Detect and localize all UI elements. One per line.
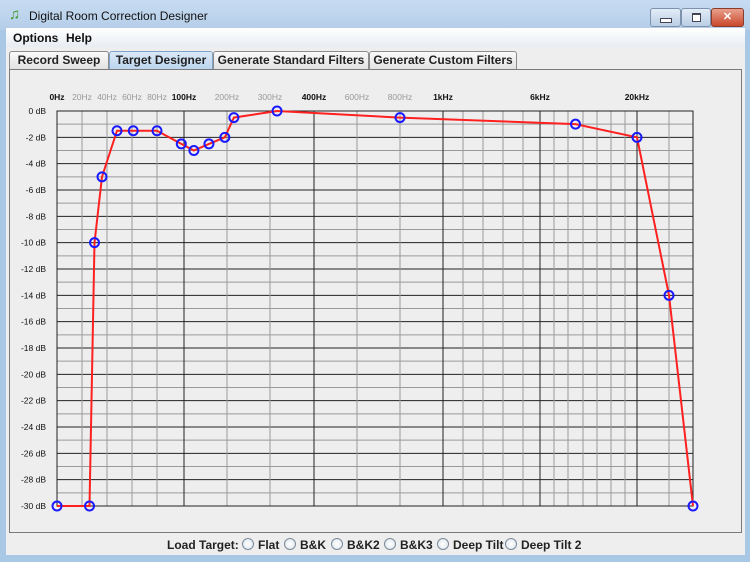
- radio-circle-icon: [242, 538, 254, 550]
- x-tick-label: 200Hz: [215, 92, 240, 102]
- radio-bk3[interactable]: B&K3: [384, 538, 433, 552]
- y-tick-label: -4 dB: [26, 159, 47, 169]
- x-tick-label: 20kHz: [625, 92, 650, 102]
- radio-deep-tilt-2[interactable]: Deep Tilt 2: [505, 538, 581, 552]
- y-tick-label: -2 dB: [26, 132, 47, 142]
- x-tick-label: 100Hz: [172, 92, 197, 102]
- y-tick-label: -26 dB: [21, 448, 46, 458]
- x-tick-label: 1kHz: [433, 92, 453, 102]
- load-target-row: Load Target: Flat B&K B&K2 B&K3 Deep Til…: [6, 533, 745, 555]
- radio-label: B&K3: [400, 538, 433, 552]
- target-curve-chart[interactable]: 0Hz 20Hz 40Hz 60Hz 80Hz 100Hz 200Hz 300Hz 400Hz 6…: [0, 0, 750, 530]
- x-tick-label: 600Hz: [345, 92, 370, 102]
- radio-bk[interactable]: B&K: [284, 538, 326, 552]
- radio-circle-icon: [437, 538, 449, 550]
- y-tick-label: 0 dB: [29, 106, 47, 116]
- radio-label: Deep Tilt 2: [521, 538, 582, 552]
- radio-flat[interactable]: Flat: [242, 538, 279, 552]
- x-tick-label: 60Hz: [122, 92, 142, 102]
- x-tick-label: 6kHz: [530, 92, 550, 102]
- y-tick-label: -12 dB: [21, 264, 46, 274]
- y-tick-label: -10 dB: [21, 238, 46, 248]
- x-tick-label: 800Hz: [388, 92, 413, 102]
- y-tick-label: -6 dB: [26, 185, 47, 195]
- y-tick-label: -14 dB: [21, 290, 46, 300]
- radio-circle-icon: [505, 538, 517, 550]
- x-tick-label: 80Hz: [147, 92, 167, 102]
- y-tick-label: -30 dB: [21, 501, 46, 511]
- radio-circle-icon: [384, 538, 396, 550]
- radio-label: Deep Tilt: [453, 538, 504, 552]
- x-tick-label: 0Hz: [49, 92, 64, 102]
- y-tick-label: -8 dB: [26, 211, 47, 221]
- radio-bk2[interactable]: B&K2: [331, 538, 380, 552]
- y-tick-label: -22 dB: [21, 396, 46, 406]
- y-tick-label: -24 dB: [21, 422, 46, 432]
- y-tick-label: -18 dB: [21, 343, 46, 353]
- radio-deep-tilt[interactable]: Deep Tilt: [437, 538, 503, 552]
- x-tick-label: 40Hz: [97, 92, 117, 102]
- x-tick-label: 400Hz: [302, 92, 327, 102]
- radio-circle-icon: [284, 538, 296, 550]
- radio-label: Flat: [258, 538, 280, 552]
- y-tick-label: -28 dB: [21, 475, 46, 485]
- load-target-label: Load Target:: [167, 538, 239, 552]
- radio-label: B&K2: [347, 538, 380, 552]
- y-tick-label: -16 dB: [21, 317, 46, 327]
- radio-label: B&K: [300, 538, 326, 552]
- x-tick-label: 300Hz: [258, 92, 283, 102]
- x-tick-label: 20Hz: [72, 92, 92, 102]
- radio-circle-icon: [331, 538, 343, 550]
- y-tick-label: -20 dB: [21, 369, 46, 379]
